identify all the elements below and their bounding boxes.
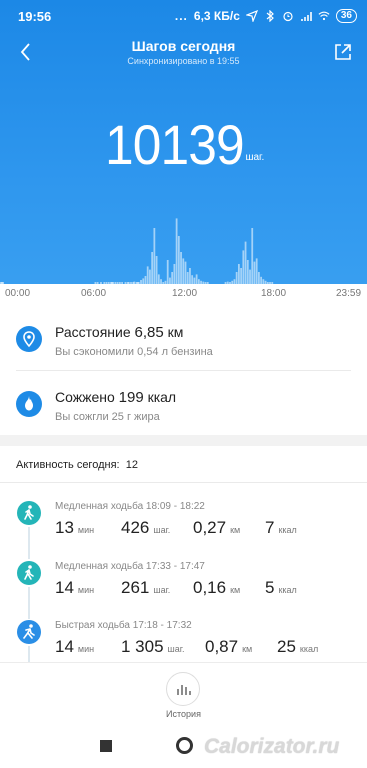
chart-bar bbox=[242, 250, 245, 284]
activity-count: 12 bbox=[125, 459, 138, 471]
chart-bar bbox=[184, 261, 187, 284]
steps-unit: шаг. bbox=[245, 152, 265, 163]
watermark: Calorizator.ru bbox=[204, 735, 340, 758]
section-gap bbox=[0, 435, 367, 446]
activity-label: Медленная ходьба 18:09 - 18:22 bbox=[55, 501, 205, 512]
recents-button[interactable] bbox=[100, 740, 112, 752]
history-label: История bbox=[166, 709, 201, 719]
chart-bar bbox=[237, 264, 240, 284]
chart-bar bbox=[253, 261, 256, 284]
chart-bar bbox=[249, 269, 251, 284]
alarm-icon bbox=[283, 11, 293, 22]
network-speed: 6,3 КБ/с bbox=[193, 9, 240, 23]
hero-header: 19:56 ... 6,3 КБ/с 36 Шагов сегодня Синх… bbox=[0, 0, 367, 303]
chart-tick-label: 23:59 bbox=[336, 288, 362, 299]
status-dots: ... bbox=[174, 9, 188, 23]
calories-title: Сожжено 199 ккал bbox=[55, 389, 177, 406]
distance-subtitle: Вы сэкономили 0,54 л бензина bbox=[55, 346, 213, 358]
chart-bar bbox=[251, 228, 254, 284]
chart-bar bbox=[195, 274, 198, 284]
chart-bar bbox=[177, 236, 180, 284]
chart-bar bbox=[157, 274, 160, 284]
chart-bar bbox=[260, 276, 263, 284]
chart-bar bbox=[153, 228, 156, 284]
steps-chart bbox=[0, 218, 274, 284]
chart-bar bbox=[151, 252, 154, 284]
chart-bar bbox=[246, 260, 249, 284]
calories-card[interactable]: Сожжено 199 ккал Вы сожгли 25 г жира bbox=[0, 377, 367, 441]
chart-bar bbox=[171, 272, 174, 284]
calories-value: 199 bbox=[118, 389, 144, 406]
steps-counter: 10139 шаг. bbox=[0, 112, 367, 177]
chart-bar bbox=[189, 268, 191, 284]
activity-item[interactable]: Медленная ходьба 18:09 - 18:22 13 мин 426… bbox=[0, 496, 367, 559]
chart-tick-label: 12:00 bbox=[172, 288, 198, 299]
chart-bar bbox=[244, 241, 247, 284]
distance-card[interactable]: Расстояние 6,85 км Вы сэкономили 0,54 л … bbox=[0, 312, 367, 376]
chart-tick-label: 18:00 bbox=[261, 288, 287, 299]
activity-values: 14 мин 261 шаг. 0,16 км 5 ккал bbox=[55, 578, 297, 597]
divider bbox=[0, 482, 367, 483]
battery-indicator: 36 bbox=[335, 9, 357, 23]
chart-bar bbox=[180, 252, 182, 284]
status-time: 19:56 bbox=[18, 9, 52, 24]
activity-label: Быстрая ходьба 17:18 - 17:32 bbox=[55, 620, 192, 631]
status-bar: 19:56 ... 6,3 КБ/с 36 bbox=[0, 0, 367, 34]
wifi-icon bbox=[318, 11, 330, 21]
activity-values: 13 мин 426 шаг. 0,27 км 7 ккал bbox=[55, 518, 297, 537]
chart-tick-label: 06:00 bbox=[81, 288, 107, 299]
chart-bar bbox=[175, 218, 178, 284]
page-title: Шагов сегодня bbox=[131, 38, 236, 54]
bar-chart-icon bbox=[177, 685, 191, 695]
chart-bar bbox=[235, 272, 238, 284]
home-button[interactable] bbox=[176, 737, 193, 754]
activity-item[interactable]: Медленная ходьба 17:33 - 17:47 14 мин 261… bbox=[0, 556, 367, 619]
activity-heading: Активность сегодня: 12 bbox=[16, 459, 138, 471]
chart-bar bbox=[146, 266, 149, 284]
fast-walking-icon bbox=[17, 620, 41, 644]
chart-time-axis: 00:00 06:00 12:00 18:00 23:59 bbox=[0, 284, 367, 303]
bluetooth-icon bbox=[266, 10, 274, 22]
chart-bar bbox=[166, 260, 169, 284]
chart-bar bbox=[182, 258, 185, 284]
distance-title: Расстояние 6,85 км bbox=[55, 324, 184, 341]
chart-bar bbox=[186, 272, 189, 284]
sync-status: Синхронизировано в 19:55 bbox=[127, 56, 240, 66]
chart-bar bbox=[191, 275, 194, 284]
chart-bar bbox=[155, 256, 158, 284]
timeline-line bbox=[28, 527, 30, 559]
status-icons: ... 6,3 КБ/с 36 bbox=[175, 9, 357, 23]
walking-icon bbox=[17, 501, 41, 525]
chart-bar bbox=[173, 264, 176, 284]
share-icon[interactable] bbox=[331, 40, 355, 64]
nav-bar: Шагов сегодня Синхронизировано в 19:55 bbox=[0, 34, 367, 74]
divider bbox=[16, 370, 351, 371]
distance-value: 6,85 bbox=[134, 324, 164, 341]
chart-bar bbox=[149, 269, 151, 284]
chart-bar bbox=[144, 276, 147, 284]
chart-bar bbox=[258, 272, 260, 284]
chart-bar bbox=[240, 268, 242, 284]
activity-values: 14 мин 1 305 шаг. 0,87 км 25 ккал bbox=[55, 637, 319, 656]
signal-icon bbox=[300, 12, 312, 21]
chart-tick-label: 00:00 bbox=[5, 288, 31, 299]
bottom-bar: История bbox=[0, 662, 367, 724]
location-pin-icon bbox=[16, 326, 42, 352]
location-arrow-icon bbox=[245, 10, 258, 22]
activity-label: Медленная ходьба 17:33 - 17:47 bbox=[55, 561, 205, 572]
history-button[interactable] bbox=[166, 672, 200, 706]
walking-icon bbox=[17, 561, 41, 585]
chart-bar bbox=[255, 258, 258, 284]
flame-icon bbox=[16, 391, 42, 417]
calories-subtitle: Вы сожгли 25 г жира bbox=[55, 411, 160, 423]
steps-value: 10139 bbox=[104, 113, 245, 176]
